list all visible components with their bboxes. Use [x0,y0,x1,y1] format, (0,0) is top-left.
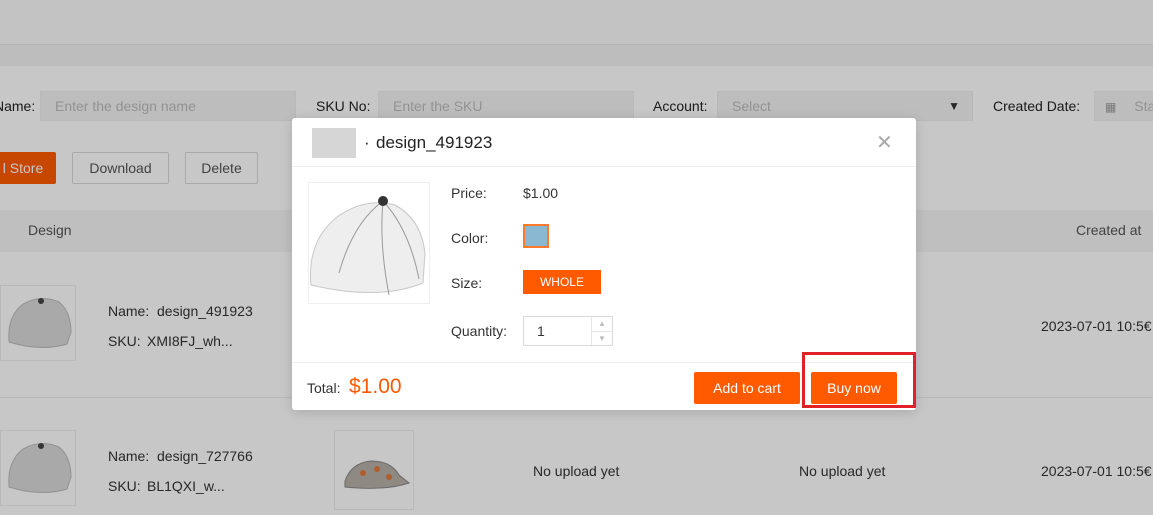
dialog-title: design_491923 [376,133,493,152]
color-swatch[interactable] [523,224,549,248]
size-label: Size: [451,275,483,291]
color-label: Color: [451,230,489,246]
title-prefix: · [364,133,370,152]
close-icon[interactable]: ✕ [876,130,893,155]
quantity-arrows: ▲ ▼ [591,317,612,345]
size-option-whole[interactable]: WHOLE [523,270,601,294]
cap-icon [310,196,426,296]
price-label: Price: [451,185,487,201]
blurred-logo [312,128,356,158]
total-label: Total: [307,380,341,396]
add-to-cart-button[interactable]: Add to cart [694,372,800,404]
quantity-label: Quantity: [451,323,508,339]
dialog-header: · design_491923 ✕ [292,118,916,167]
product-image [308,182,430,304]
buy-now-highlight-box [802,352,916,408]
increment-icon[interactable]: ▲ [592,317,612,332]
quantity-value: 1 [537,323,545,339]
price-value: $1.00 [523,185,559,201]
total-value: $1.00 [349,375,402,398]
quantity-stepper[interactable]: 1 ▲ ▼ [523,316,613,346]
decrement-icon[interactable]: ▼ [592,332,612,345]
